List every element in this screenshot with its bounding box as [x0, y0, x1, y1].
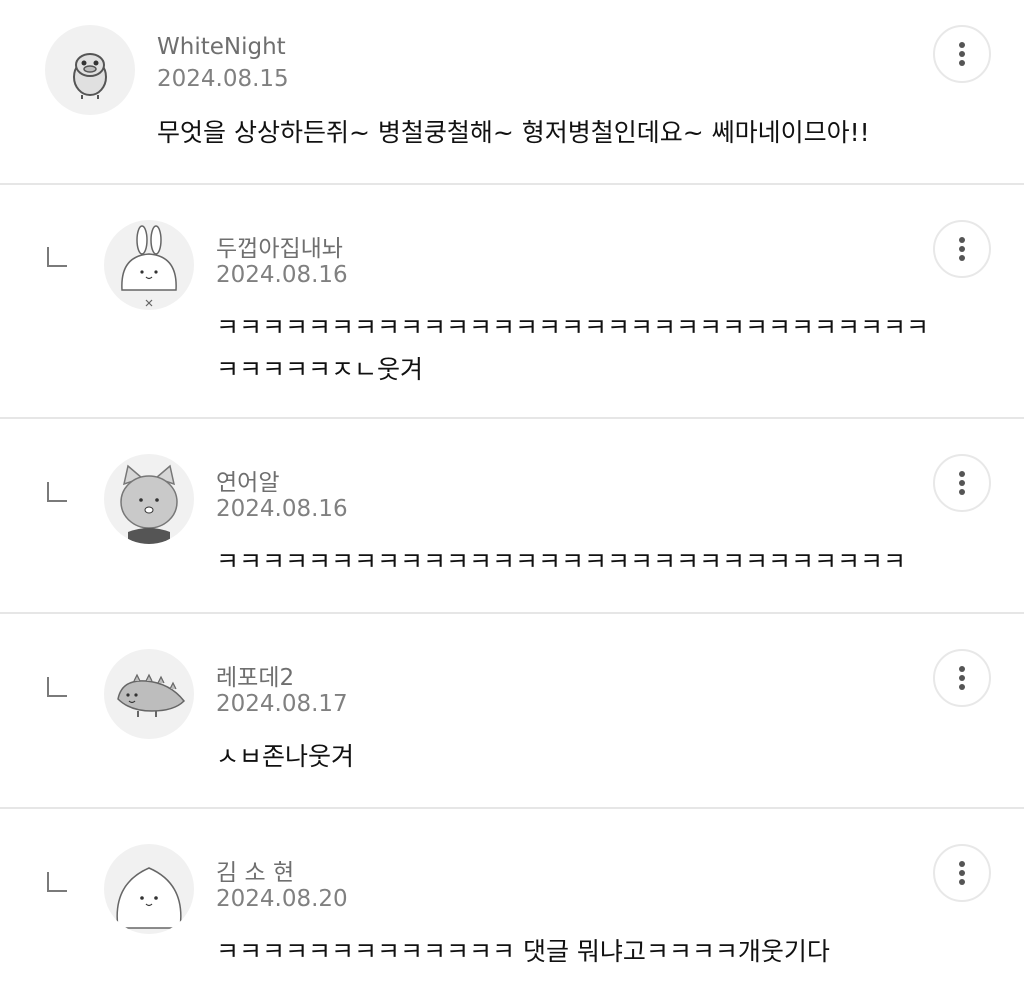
comment-date: 2024.08.20 — [216, 886, 348, 912]
cat-character-icon — [120, 464, 178, 544]
comment-text: 무엇을 상상하든쥐~ 병철쿵철해~ 형저병철인데요~ 쎄마네이므아!! — [157, 118, 870, 147]
more-vertical-icon — [959, 471, 965, 495]
comment-text: ㅋㅋㅋㅋㅋㅋㅋㅋㅋㅋㅋㅋㅋㅋㅋㅋㅋㅋㅋㅋㅋㅋㅋㅋㅋㅋㅋㅋㅋㅋㅋ ㅋㅋㅋㅋㅋㅈㄴ웃… — [216, 313, 930, 384]
avatar[interactable] — [104, 220, 194, 310]
more-vertical-icon — [959, 42, 965, 66]
duck-character-icon — [73, 53, 107, 99]
reply-item: 레포데2 2024.08.17 ㅅㅂ존나웃겨 — [0, 614, 1024, 807]
more-menu-button[interactable] — [933, 649, 991, 707]
avatar[interactable] — [45, 25, 135, 115]
comment-nickname[interactable]: 두껍아집내놔 — [216, 229, 343, 263]
dinosaur-character-icon — [117, 673, 185, 717]
more-menu-button[interactable] — [933, 844, 991, 902]
reply-indicator-icon — [47, 872, 67, 892]
round-face-character-icon — [116, 867, 182, 929]
more-vertical-icon — [959, 666, 965, 690]
comment-date: 2024.08.16 — [216, 496, 348, 522]
comment-nickname[interactable]: 레포데2 — [216, 658, 294, 692]
comment-date: 2024.08.16 — [216, 262, 348, 288]
reply-item: 연어알 2024.08.16 ㅋㅋㅋㅋㅋㅋㅋㅋㅋㅋㅋㅋㅋㅋㅋㅋㅋㅋㅋㅋㅋㅋㅋㅋㅋ… — [0, 419, 1024, 612]
rabbit-character-icon — [121, 225, 177, 307]
more-menu-button[interactable] — [933, 25, 991, 83]
reply-item: 두껍아집내놔 2024.08.16 ㅋㅋㅋㅋㅋㅋㅋㅋㅋㅋㅋㅋㅋㅋㅋㅋㅋㅋㅋㅋㅋㅋ… — [0, 185, 1024, 417]
comment-text: ㅋㅋㅋㅋㅋㅋㅋㅋㅋㅋㅋㅋㅋ 댓글 뭐냐고ㅋㅋㅋㅋ개웃기다 — [216, 937, 830, 966]
comment-date: 2024.08.15 — [157, 66, 289, 92]
comment-item: WhiteNight 2024.08.15 무엇을 상상하든쥐~ 병철쿵철해~ … — [0, 0, 1024, 184]
comment-text: ㅋㅋㅋㅋㅋㅋㅋㅋㅋㅋㅋㅋㅋㅋㅋㅋㅋㅋㅋㅋㅋㅋㅋㅋㅋㅋㅋㅋㅋㅋ — [216, 547, 907, 576]
avatar[interactable] — [104, 649, 194, 739]
comment-nickname[interactable]: WhiteNight — [157, 34, 286, 60]
comment-nickname[interactable]: 김 소 현 — [216, 853, 294, 887]
comment-text: ㅅㅂ존나웃겨 — [216, 742, 355, 771]
more-menu-button[interactable] — [933, 454, 991, 512]
more-vertical-icon — [959, 861, 965, 885]
comment-date: 2024.08.17 — [216, 691, 348, 717]
reply-indicator-icon — [47, 482, 67, 502]
more-vertical-icon — [959, 237, 965, 261]
avatar[interactable] — [104, 454, 194, 544]
more-menu-button[interactable] — [933, 220, 991, 278]
comment-nickname[interactable]: 연어알 — [216, 463, 279, 497]
reply-indicator-icon — [47, 247, 67, 267]
reply-indicator-icon — [47, 677, 67, 697]
avatar[interactable] — [104, 844, 194, 934]
reply-item: 김 소 현 2024.08.20 ㅋㅋㅋㅋㅋㅋㅋㅋㅋㅋㅋㅋㅋ 댓글 뭐냐고ㅋㅋㅋ… — [0, 809, 1024, 993]
